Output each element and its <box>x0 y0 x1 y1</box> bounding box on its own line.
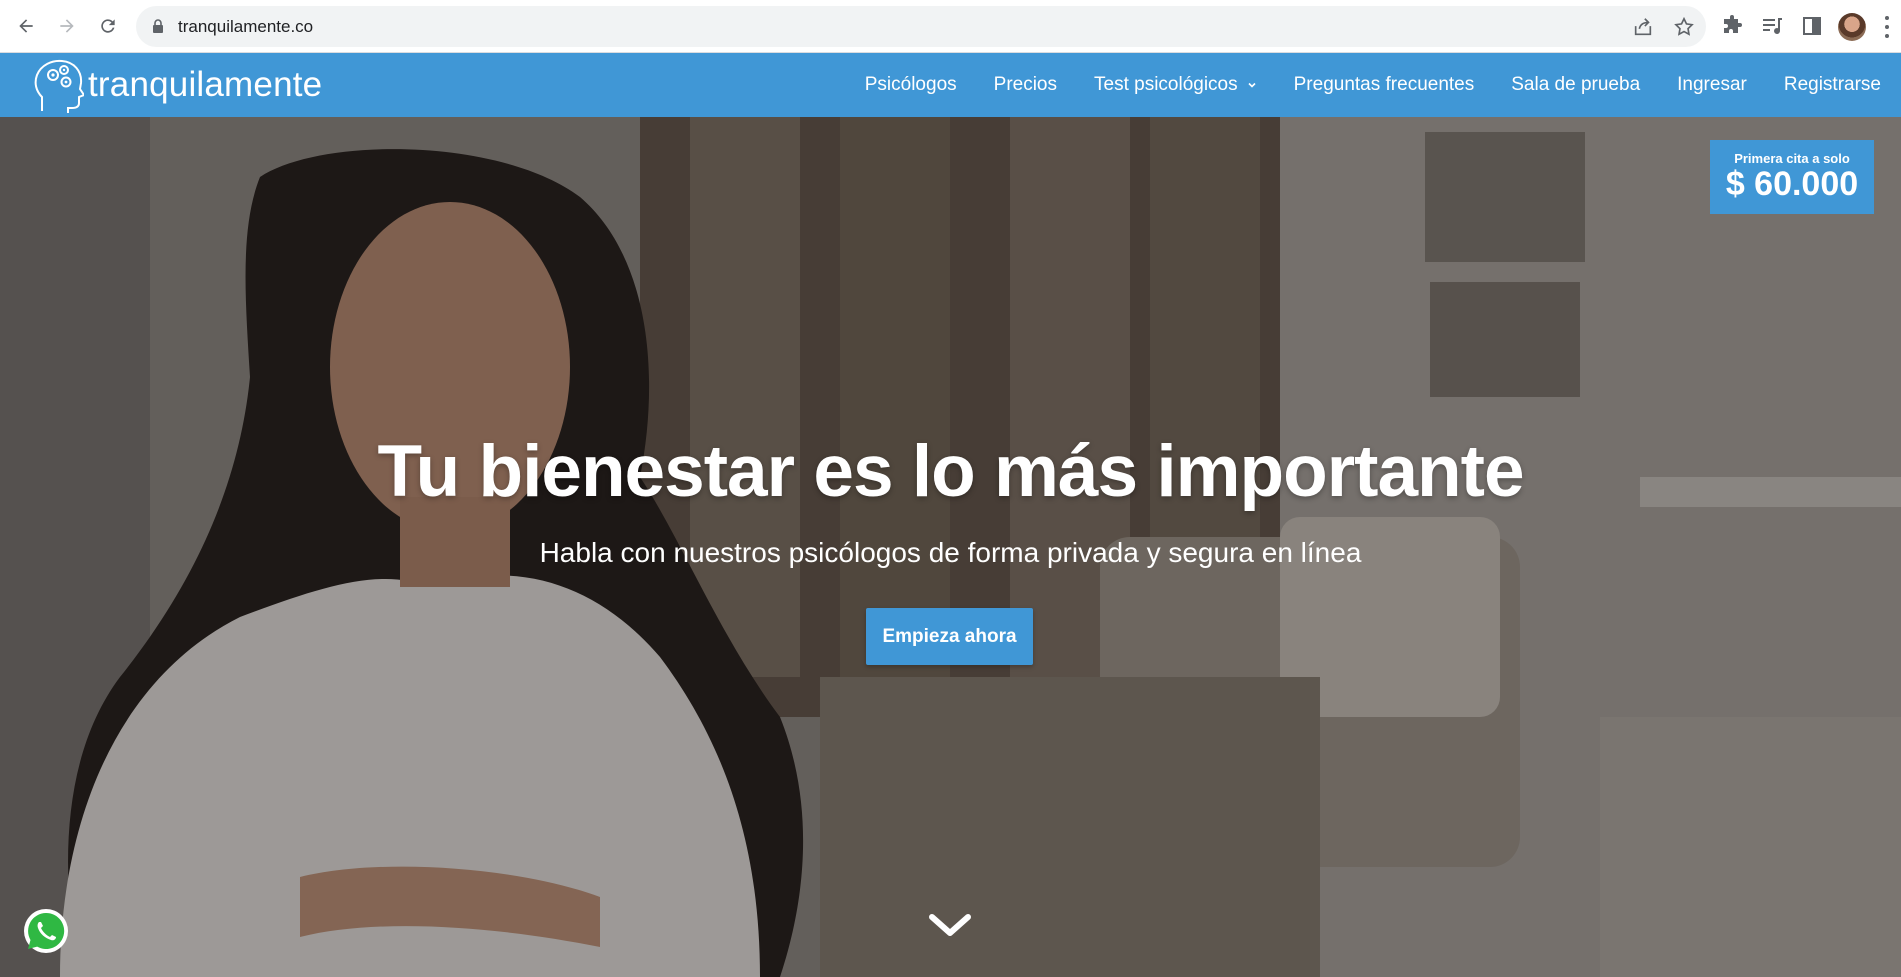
share-icon[interactable] <box>1632 16 1654 38</box>
promo-price: $ 60.000 <box>1725 165 1859 203</box>
url-text: tranquilamente.co <box>178 17 314 36</box>
nav-test-psicologicos[interactable]: Test psicológicos <box>1094 74 1257 96</box>
site-logo[interactable]: tranquilamente <box>32 57 322 113</box>
start-now-button[interactable]: Empieza ahora <box>866 608 1033 665</box>
lock-icon <box>153 19 163 33</box>
nav-ingresar[interactable]: Ingresar <box>1677 74 1747 96</box>
nav-sala-de-prueba[interactable]: Sala de prueba <box>1511 74 1640 96</box>
star-icon[interactable] <box>1673 16 1695 38</box>
logo-text: tranquilamente <box>88 65 323 104</box>
chevron-down-icon <box>1248 82 1256 88</box>
reload-icon[interactable] <box>94 12 122 40</box>
hero-headline: Tu bienestar es lo más importante <box>377 431 1524 512</box>
nav-preguntas-frecuentes[interactable]: Preguntas frecuentes <box>1294 74 1475 96</box>
site-header: tranquilamente Psicólogos Precios Test p… <box>0 53 1901 117</box>
address-bar[interactable]: tranquilamente.co <box>136 6 1706 47</box>
side-panel-icon[interactable] <box>1800 14 1824 38</box>
nav-precios[interactable]: Precios <box>994 74 1057 96</box>
nav-registrarse[interactable]: Registrarse <box>1784 74 1881 96</box>
main-nav: Psicólogos Precios Test psicológicos Pre… <box>865 53 1881 117</box>
scroll-down-chevron-icon[interactable] <box>927 909 973 941</box>
browser-toolbar: tranquilamente.co <box>0 0 1901 53</box>
profile-avatar[interactable] <box>1838 13 1866 41</box>
media-icon[interactable] <box>1760 14 1784 38</box>
nav-psicologos[interactable]: Psicólogos <box>865 74 957 96</box>
head-gears-logo-icon <box>34 59 84 113</box>
promo-badge[interactable]: Primera cita a solo $ 60.000 <box>1710 140 1874 214</box>
promo-label: Primera cita a solo <box>1734 151 1850 166</box>
forward-arrow-icon[interactable] <box>53 12 81 40</box>
puzzle-icon[interactable] <box>1720 14 1744 38</box>
menu-kebab-icon[interactable] <box>1884 16 1890 38</box>
back-arrow-icon[interactable] <box>12 12 40 40</box>
hero-section: Primera cita a solo $ 60.000 Tu bienesta… <box>0 117 1901 977</box>
nav-test-psicologicos-label: Test psicológicos <box>1094 74 1238 95</box>
hero-subheadline: Habla con nuestros psicólogos de forma p… <box>539 537 1362 568</box>
whatsapp-icon[interactable] <box>23 908 69 954</box>
